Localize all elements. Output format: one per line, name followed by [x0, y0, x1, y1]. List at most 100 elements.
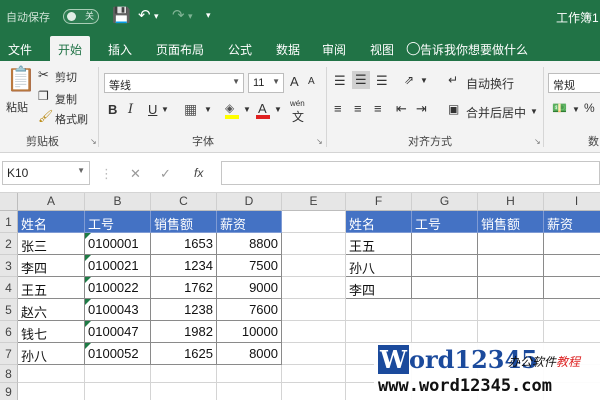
- table-cell[interactable]: [544, 255, 600, 277]
- table-header-cell[interactable]: 销售额: [151, 211, 217, 233]
- cell-c9[interactable]: [151, 383, 217, 400]
- font-size-select[interactable]: 11 ▼: [248, 73, 284, 93]
- tell-me-search[interactable]: 告诉我你想要做什么: [420, 41, 528, 58]
- undo-dropdown-icon[interactable]: ▾: [154, 11, 159, 22]
- cell-b8[interactable]: [85, 365, 151, 383]
- cell-f6[interactable]: [346, 321, 412, 343]
- table-cell[interactable]: 孙八: [346, 255, 412, 277]
- table-cell[interactable]: 1982: [151, 321, 217, 343]
- format-painter-icon[interactable]: 🖌: [38, 109, 53, 123]
- enter-icon[interactable]: ✓: [160, 166, 171, 182]
- table-header-cell[interactable]: 工号: [85, 211, 151, 233]
- table-cell[interactable]: 8000: [217, 343, 282, 365]
- table-cell[interactable]: 0100043: [85, 299, 151, 321]
- tab-home[interactable]: 开始: [50, 36, 91, 62]
- tab-view[interactable]: 视图: [370, 41, 394, 58]
- column-header-e[interactable]: E: [282, 193, 346, 211]
- tab-page-layout[interactable]: 页面布局: [156, 41, 204, 58]
- number-format-select[interactable]: 常规: [548, 73, 600, 93]
- cell-e9[interactable]: [282, 383, 346, 400]
- table-cell[interactable]: 王五: [18, 277, 85, 299]
- row-header-5[interactable]: 5: [0, 299, 18, 321]
- chevron-down-icon[interactable]: ▼: [274, 105, 282, 114]
- tab-formulas[interactable]: 公式: [228, 41, 252, 58]
- row-header-9[interactable]: 9: [0, 383, 18, 400]
- cell-e1[interactable]: [282, 211, 346, 233]
- table-cell[interactable]: [544, 277, 600, 299]
- undo-icon[interactable]: ↶: [138, 6, 151, 24]
- cell-e3[interactable]: [282, 255, 346, 277]
- table-cell[interactable]: 1625: [151, 343, 217, 365]
- italic-button[interactable]: I: [128, 102, 133, 117]
- row-header-2[interactable]: 2: [0, 233, 18, 255]
- table-header-cell[interactable]: 工号: [412, 211, 478, 233]
- tab-review[interactable]: 审阅: [322, 41, 346, 58]
- cell-a9[interactable]: [18, 383, 85, 400]
- cell-e4[interactable]: [282, 277, 346, 299]
- cut-icon[interactable]: ✂: [38, 67, 49, 83]
- wrap-text-button[interactable]: 自动换行: [466, 75, 514, 92]
- table-header-cell[interactable]: 薪资: [544, 211, 600, 233]
- table-cell[interactable]: [478, 277, 544, 299]
- cell-e8[interactable]: [282, 365, 346, 383]
- row-header-8[interactable]: 8: [0, 365, 18, 383]
- table-cell[interactable]: 0100001: [85, 233, 151, 255]
- clipboard-launcher-icon[interactable]: ↘: [90, 137, 97, 146]
- table-cell[interactable]: 7500: [217, 255, 282, 277]
- increase-indent-icon[interactable]: ⇥: [416, 101, 427, 117]
- table-cell[interactable]: 钱七: [18, 321, 85, 343]
- cell-i5[interactable]: [544, 299, 600, 321]
- decrease-indent-icon[interactable]: ⇤: [396, 101, 407, 117]
- name-box[interactable]: K10 ▼: [2, 161, 90, 185]
- redo-dropdown-icon[interactable]: ▾: [188, 11, 193, 22]
- customize-quick-access-icon[interactable]: ▾: [206, 10, 211, 21]
- table-cell[interactable]: [412, 277, 478, 299]
- align-top-icon[interactable]: ☰: [334, 73, 346, 89]
- column-header-b[interactable]: B: [85, 193, 151, 211]
- table-cell[interactable]: 李四: [346, 277, 412, 299]
- font-color-icon[interactable]: A: [256, 101, 270, 119]
- table-cell[interactable]: 1234: [151, 255, 217, 277]
- grow-font-icon[interactable]: A: [290, 74, 299, 89]
- table-header-cell[interactable]: 薪资: [217, 211, 282, 233]
- table-cell[interactable]: 李四: [18, 255, 85, 277]
- row-header-3[interactable]: 3: [0, 255, 18, 277]
- table-cell[interactable]: 赵六: [18, 299, 85, 321]
- save-icon[interactable]: 💾: [112, 6, 131, 24]
- accounting-format-icon[interactable]: 💵: [552, 101, 567, 115]
- fill-color-icon[interactable]: ◈: [225, 101, 239, 119]
- column-header-c[interactable]: C: [151, 193, 217, 211]
- cell-e2[interactable]: [282, 233, 346, 255]
- redo-icon[interactable]: ↷: [172, 6, 185, 24]
- format-painter-button[interactable]: 格式刷: [55, 111, 88, 127]
- cell-b9[interactable]: [85, 383, 151, 400]
- table-cell[interactable]: [478, 233, 544, 255]
- table-cell[interactable]: 0100052: [85, 343, 151, 365]
- tab-insert[interactable]: 插入: [108, 41, 132, 58]
- cancel-icon[interactable]: ✕: [130, 166, 141, 182]
- paste-icon[interactable]: 📋: [6, 65, 36, 94]
- borders-icon[interactable]: ▦: [184, 101, 197, 118]
- table-header-cell[interactable]: 销售额: [478, 211, 544, 233]
- chevron-down-icon[interactable]: ▼: [572, 105, 580, 114]
- copy-button[interactable]: 复制: [55, 91, 77, 107]
- table-cell[interactable]: [412, 233, 478, 255]
- phonetic-guide-icon[interactable]: wén: [290, 99, 305, 108]
- chevron-down-icon[interactable]: ▼: [161, 105, 169, 114]
- wrap-text-icon[interactable]: ↵: [448, 73, 458, 87]
- cell-a8[interactable]: [18, 365, 85, 383]
- table-cell[interactable]: 1762: [151, 277, 217, 299]
- table-cell[interactable]: 1238: [151, 299, 217, 321]
- alignment-launcher-icon[interactable]: ↘: [534, 137, 541, 146]
- row-header-4[interactable]: 4: [0, 277, 18, 299]
- table-cell[interactable]: [412, 255, 478, 277]
- cell-d9[interactable]: [217, 383, 282, 400]
- cell-h5[interactable]: [478, 299, 544, 321]
- paste-button[interactable]: 粘贴: [6, 99, 28, 115]
- table-header-cell[interactable]: 姓名: [346, 211, 412, 233]
- row-header-7[interactable]: 7: [0, 343, 18, 365]
- table-cell[interactable]: 9000: [217, 277, 282, 299]
- cell-f5[interactable]: [346, 299, 412, 321]
- cell-h6[interactable]: [478, 321, 544, 343]
- autosave-toggle[interactable]: 关: [63, 9, 99, 24]
